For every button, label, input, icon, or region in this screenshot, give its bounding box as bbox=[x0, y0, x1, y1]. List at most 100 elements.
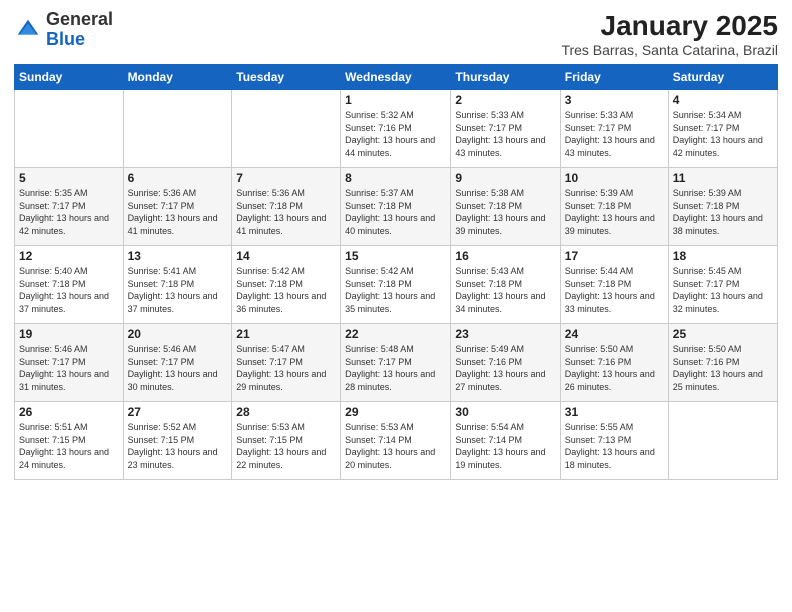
calendar-cell: 11 Sunrise: 5:39 AM Sunset: 7:18 PM Dayli… bbox=[668, 168, 777, 246]
subtitle: Tres Barras, Santa Catarina, Brazil bbox=[561, 42, 778, 58]
day-number: 21 bbox=[236, 327, 336, 341]
cell-info: Sunrise: 5:47 AM Sunset: 7:17 PM Dayligh… bbox=[236, 343, 336, 393]
calendar-cell: 13 Sunrise: 5:41 AM Sunset: 7:18 PM Dayli… bbox=[123, 246, 232, 324]
cell-info: Sunrise: 5:55 AM Sunset: 7:13 PM Dayligh… bbox=[565, 421, 664, 471]
day-number: 15 bbox=[345, 249, 446, 263]
calendar-cell: 2 Sunrise: 5:33 AM Sunset: 7:17 PM Daylig… bbox=[451, 90, 560, 168]
day-number: 31 bbox=[565, 405, 664, 419]
day-number: 19 bbox=[19, 327, 119, 341]
cell-info: Sunrise: 5:40 AM Sunset: 7:18 PM Dayligh… bbox=[19, 265, 119, 315]
day-number: 26 bbox=[19, 405, 119, 419]
calendar-cell: 4 Sunrise: 5:34 AM Sunset: 7:17 PM Daylig… bbox=[668, 90, 777, 168]
cell-info: Sunrise: 5:39 AM Sunset: 7:18 PM Dayligh… bbox=[673, 187, 773, 237]
day-number: 5 bbox=[19, 171, 119, 185]
calendar-cell: 16Sunrise: 5:43 AM Sunset: 7:18 PM Dayli… bbox=[451, 246, 560, 324]
cell-info: Sunrise: 5:49 AM Sunset: 7:16 PM Dayligh… bbox=[455, 343, 555, 393]
cell-info: Sunrise: 5:44 AM Sunset: 7:18 PM Dayligh… bbox=[565, 265, 664, 315]
logo-blue-text: Blue bbox=[46, 29, 85, 49]
cell-info: Sunrise: 5:46 AM Sunset: 7:17 PM Dayligh… bbox=[19, 343, 119, 393]
day-number: 29 bbox=[345, 405, 446, 419]
day-number: 12 bbox=[19, 249, 119, 263]
calendar-cell: 24 Sunrise: 5:50 AM Sunset: 7:16 PM Dayli… bbox=[560, 324, 668, 402]
calendar-cell: 18Sunrise: 5:45 AM Sunset: 7:17 PM Dayli… bbox=[668, 246, 777, 324]
day-number: 11 bbox=[673, 171, 773, 185]
calendar-cell: 8Sunrise: 5:37 AM Sunset: 7:18 PM Daylig… bbox=[341, 168, 451, 246]
calendar-cell: 26 Sunrise: 5:51 AM Sunset: 7:15 PM Dayli… bbox=[15, 402, 124, 480]
cell-info: Sunrise: 5:53 AM Sunset: 7:15 PM Dayligh… bbox=[236, 421, 336, 471]
calendar-cell bbox=[668, 402, 777, 480]
calendar-cell: 31 Sunrise: 5:55 AM Sunset: 7:13 PM Dayli… bbox=[560, 402, 668, 480]
calendar-cell: 21 Sunrise: 5:47 AM Sunset: 7:17 PM Dayli… bbox=[232, 324, 341, 402]
calendar-cell: 23Sunrise: 5:49 AM Sunset: 7:16 PM Dayli… bbox=[451, 324, 560, 402]
cell-info: Sunrise: 5:51 AM Sunset: 7:15 PM Dayligh… bbox=[19, 421, 119, 471]
cell-info: Sunrise: 5:38 AM Sunset: 7:18 PM Dayligh… bbox=[455, 187, 555, 237]
calendar-cell: 25Sunrise: 5:50 AM Sunset: 7:16 PM Dayli… bbox=[668, 324, 777, 402]
week-row-4: 19 Sunrise: 5:46 AM Sunset: 7:17 PM Dayli… bbox=[15, 324, 778, 402]
day-number: 27 bbox=[128, 405, 228, 419]
cell-info: Sunrise: 5:52 AM Sunset: 7:15 PM Dayligh… bbox=[128, 421, 228, 471]
calendar-cell: 7Sunrise: 5:36 AM Sunset: 7:18 PM Daylig… bbox=[232, 168, 341, 246]
cell-info: Sunrise: 5:33 AM Sunset: 7:17 PM Dayligh… bbox=[565, 109, 664, 159]
day-number: 1 bbox=[345, 93, 446, 107]
day-number: 2 bbox=[455, 93, 555, 107]
weekday-header-friday: Friday bbox=[560, 65, 668, 90]
day-number: 6 bbox=[128, 171, 228, 185]
day-number: 14 bbox=[236, 249, 336, 263]
cell-info: Sunrise: 5:36 AM Sunset: 7:18 PM Dayligh… bbox=[236, 187, 336, 237]
weekday-header-wednesday: Wednesday bbox=[341, 65, 451, 90]
cell-info: Sunrise: 5:48 AM Sunset: 7:17 PM Dayligh… bbox=[345, 343, 446, 393]
week-row-1: 1 Sunrise: 5:32 AM Sunset: 7:16 PM Daylig… bbox=[15, 90, 778, 168]
calendar-table: SundayMondayTuesdayWednesdayThursdayFrid… bbox=[14, 64, 778, 480]
cell-info: Sunrise: 5:46 AM Sunset: 7:17 PM Dayligh… bbox=[128, 343, 228, 393]
cell-info: Sunrise: 5:39 AM Sunset: 7:18 PM Dayligh… bbox=[565, 187, 664, 237]
cell-info: Sunrise: 5:33 AM Sunset: 7:17 PM Dayligh… bbox=[455, 109, 555, 159]
calendar-cell: 30Sunrise: 5:54 AM Sunset: 7:14 PM Dayli… bbox=[451, 402, 560, 480]
cell-info: Sunrise: 5:34 AM Sunset: 7:17 PM Dayligh… bbox=[673, 109, 773, 159]
calendar-cell: 6 Sunrise: 5:36 AM Sunset: 7:17 PM Daylig… bbox=[123, 168, 232, 246]
weekday-header-tuesday: Tuesday bbox=[232, 65, 341, 90]
day-number: 17 bbox=[565, 249, 664, 263]
calendar-cell: 3 Sunrise: 5:33 AM Sunset: 7:17 PM Daylig… bbox=[560, 90, 668, 168]
calendar-cell: 17 Sunrise: 5:44 AM Sunset: 7:18 PM Dayli… bbox=[560, 246, 668, 324]
day-number: 28 bbox=[236, 405, 336, 419]
day-number: 3 bbox=[565, 93, 664, 107]
week-row-2: 5 Sunrise: 5:35 AM Sunset: 7:17 PM Daylig… bbox=[15, 168, 778, 246]
page: General Blue January 2025 Tres Barras, S… bbox=[0, 0, 792, 612]
day-number: 20 bbox=[128, 327, 228, 341]
cell-info: Sunrise: 5:50 AM Sunset: 7:16 PM Dayligh… bbox=[565, 343, 664, 393]
calendar-cell bbox=[15, 90, 124, 168]
day-number: 13 bbox=[128, 249, 228, 263]
cell-info: Sunrise: 5:37 AM Sunset: 7:18 PM Dayligh… bbox=[345, 187, 446, 237]
day-number: 4 bbox=[673, 93, 773, 107]
calendar-cell: 1 Sunrise: 5:32 AM Sunset: 7:16 PM Daylig… bbox=[341, 90, 451, 168]
title-block: January 2025 Tres Barras, Santa Catarina… bbox=[561, 10, 778, 58]
cell-info: Sunrise: 5:42 AM Sunset: 7:18 PM Dayligh… bbox=[345, 265, 446, 315]
weekday-header-monday: Monday bbox=[123, 65, 232, 90]
cell-info: Sunrise: 5:41 AM Sunset: 7:18 PM Dayligh… bbox=[128, 265, 228, 315]
weekday-header-sunday: Sunday bbox=[15, 65, 124, 90]
day-number: 18 bbox=[673, 249, 773, 263]
month-title: January 2025 bbox=[561, 10, 778, 42]
week-row-5: 26 Sunrise: 5:51 AM Sunset: 7:15 PM Dayli… bbox=[15, 402, 778, 480]
weekday-header-thursday: Thursday bbox=[451, 65, 560, 90]
cell-info: Sunrise: 5:32 AM Sunset: 7:16 PM Dayligh… bbox=[345, 109, 446, 159]
calendar-cell bbox=[123, 90, 232, 168]
cell-info: Sunrise: 5:50 AM Sunset: 7:16 PM Dayligh… bbox=[673, 343, 773, 393]
header: General Blue January 2025 Tres Barras, S… bbox=[14, 10, 778, 58]
cell-info: Sunrise: 5:36 AM Sunset: 7:17 PM Dayligh… bbox=[128, 187, 228, 237]
calendar-cell: 12 Sunrise: 5:40 AM Sunset: 7:18 PM Dayli… bbox=[15, 246, 124, 324]
day-number: 9 bbox=[455, 171, 555, 185]
cell-info: Sunrise: 5:43 AM Sunset: 7:18 PM Dayligh… bbox=[455, 265, 555, 315]
day-number: 10 bbox=[565, 171, 664, 185]
logo: General Blue bbox=[14, 10, 113, 50]
calendar-cell: 27 Sunrise: 5:52 AM Sunset: 7:15 PM Dayli… bbox=[123, 402, 232, 480]
logo-general-text: General bbox=[46, 9, 113, 29]
cell-info: Sunrise: 5:35 AM Sunset: 7:17 PM Dayligh… bbox=[19, 187, 119, 237]
calendar-cell: 20 Sunrise: 5:46 AM Sunset: 7:17 PM Dayli… bbox=[123, 324, 232, 402]
day-number: 30 bbox=[455, 405, 555, 419]
cell-info: Sunrise: 5:53 AM Sunset: 7:14 PM Dayligh… bbox=[345, 421, 446, 471]
calendar-cell: 15 Sunrise: 5:42 AM Sunset: 7:18 PM Dayli… bbox=[341, 246, 451, 324]
week-row-3: 12 Sunrise: 5:40 AM Sunset: 7:18 PM Dayli… bbox=[15, 246, 778, 324]
day-number: 22 bbox=[345, 327, 446, 341]
day-number: 24 bbox=[565, 327, 664, 341]
